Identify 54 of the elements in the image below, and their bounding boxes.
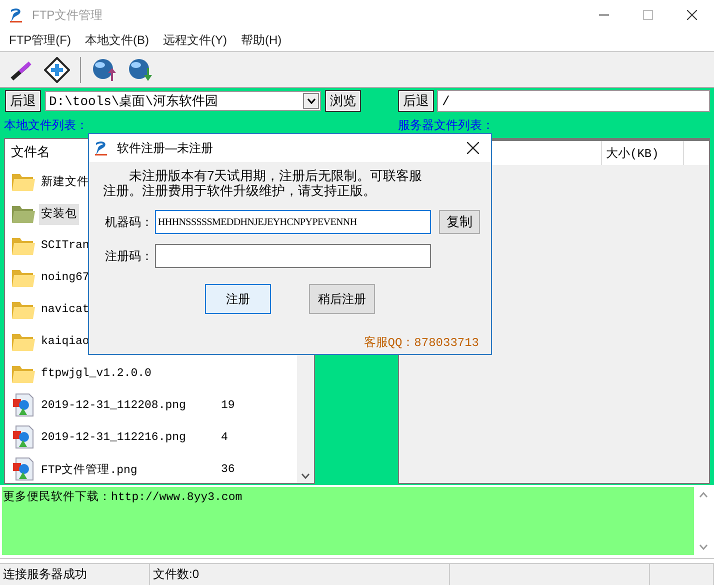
file-name[interactable]: navicat: [39, 298, 92, 320]
app-icon: [93, 140, 109, 156]
scroll-up-icon: [698, 492, 708, 498]
maximize-icon: [643, 10, 653, 20]
field-label: 机器码：: [105, 214, 154, 230]
column-header: 大小(KB): [606, 146, 659, 162]
file-size: 19: [221, 398, 235, 412]
file-size: 36: [221, 462, 235, 476]
column-header: 文件名: [11, 143, 50, 161]
file-name[interactable]: kaiqiao: [39, 330, 92, 352]
file-name[interactable]: ftpwjgl_v1.2.0.0: [39, 362, 154, 384]
dialog-button[interactable]: 稍后注册: [309, 284, 375, 314]
notice-text: 未注册版本有7天试用期，注册后无限制。可联客服注册。注册费用于软件升级维护，请支持正版。: [103, 168, 423, 198]
remote-path-field[interactable]: /: [437, 90, 710, 112]
scroll-down-icon: [301, 473, 310, 479]
download-globe-icon[interactable]: [127, 56, 153, 82]
close-icon: [687, 10, 697, 20]
file-name[interactable]: 2019-12-31_112208.png: [39, 394, 188, 416]
status-text: 连接服务器成功: [3, 566, 87, 583]
menu-item[interactable]: FTP管理(F): [2, 32, 78, 49]
menu-item[interactable]: 本地文件(B): [78, 32, 156, 49]
path-dropdown[interactable]: D:\tools\桌面\河东软件园: [45, 91, 321, 111]
copy-button[interactable]: 复制: [439, 210, 480, 234]
file-name[interactable]: SCITran: [39, 234, 92, 256]
image-file-icon: [11, 425, 35, 449]
browse-button[interactable]: 浏览: [325, 90, 361, 112]
back-button[interactable]: 后退: [398, 90, 434, 112]
file-name[interactable]: FTP文件管理.png: [39, 460, 140, 480]
upload-globe-icon[interactable]: [91, 56, 117, 82]
diamond-icon[interactable]: [44, 56, 70, 82]
app-icon: [8, 7, 24, 23]
file-name[interactable]: 新建文件: [39, 172, 91, 192]
dialog-button[interactable]: 注册: [205, 284, 271, 314]
registration-code-field[interactable]: [155, 244, 431, 268]
menu-item[interactable]: 帮助(H): [234, 32, 289, 49]
list-label: 服务器文件列表：: [398, 116, 494, 134]
image-file-icon: [11, 457, 35, 481]
status-text: 文件数:0: [153, 566, 200, 583]
file-name[interactable]: noing67: [39, 266, 92, 288]
close-icon: [467, 142, 479, 154]
file-name[interactable]: 2019-12-31_112216.png: [39, 426, 188, 448]
log-text: 更多便民软件下载：http://www.8yy3.com: [3, 491, 242, 504]
file-name[interactable]: 安装包: [39, 204, 79, 224]
back-button[interactable]: 后退: [5, 90, 41, 112]
machine-code-field[interactable]: HHHNSSSSSMEDDHNJEJEYHCNPYPEVENNH: [155, 210, 431, 234]
window-title: FTP文件管理: [32, 6, 104, 24]
file-size: 4: [221, 430, 228, 444]
list-label: 本地文件列表：: [4, 116, 89, 134]
scroll-down-icon: [698, 544, 708, 550]
image-file-icon: [11, 393, 35, 417]
dialog-title: 软件注册—未注册: [117, 140, 214, 156]
contact-text: 客服QQ：878033713: [364, 336, 479, 350]
menu-item[interactable]: 远程文件(Y): [156, 32, 234, 49]
field-label: 注册码：: [105, 248, 154, 264]
